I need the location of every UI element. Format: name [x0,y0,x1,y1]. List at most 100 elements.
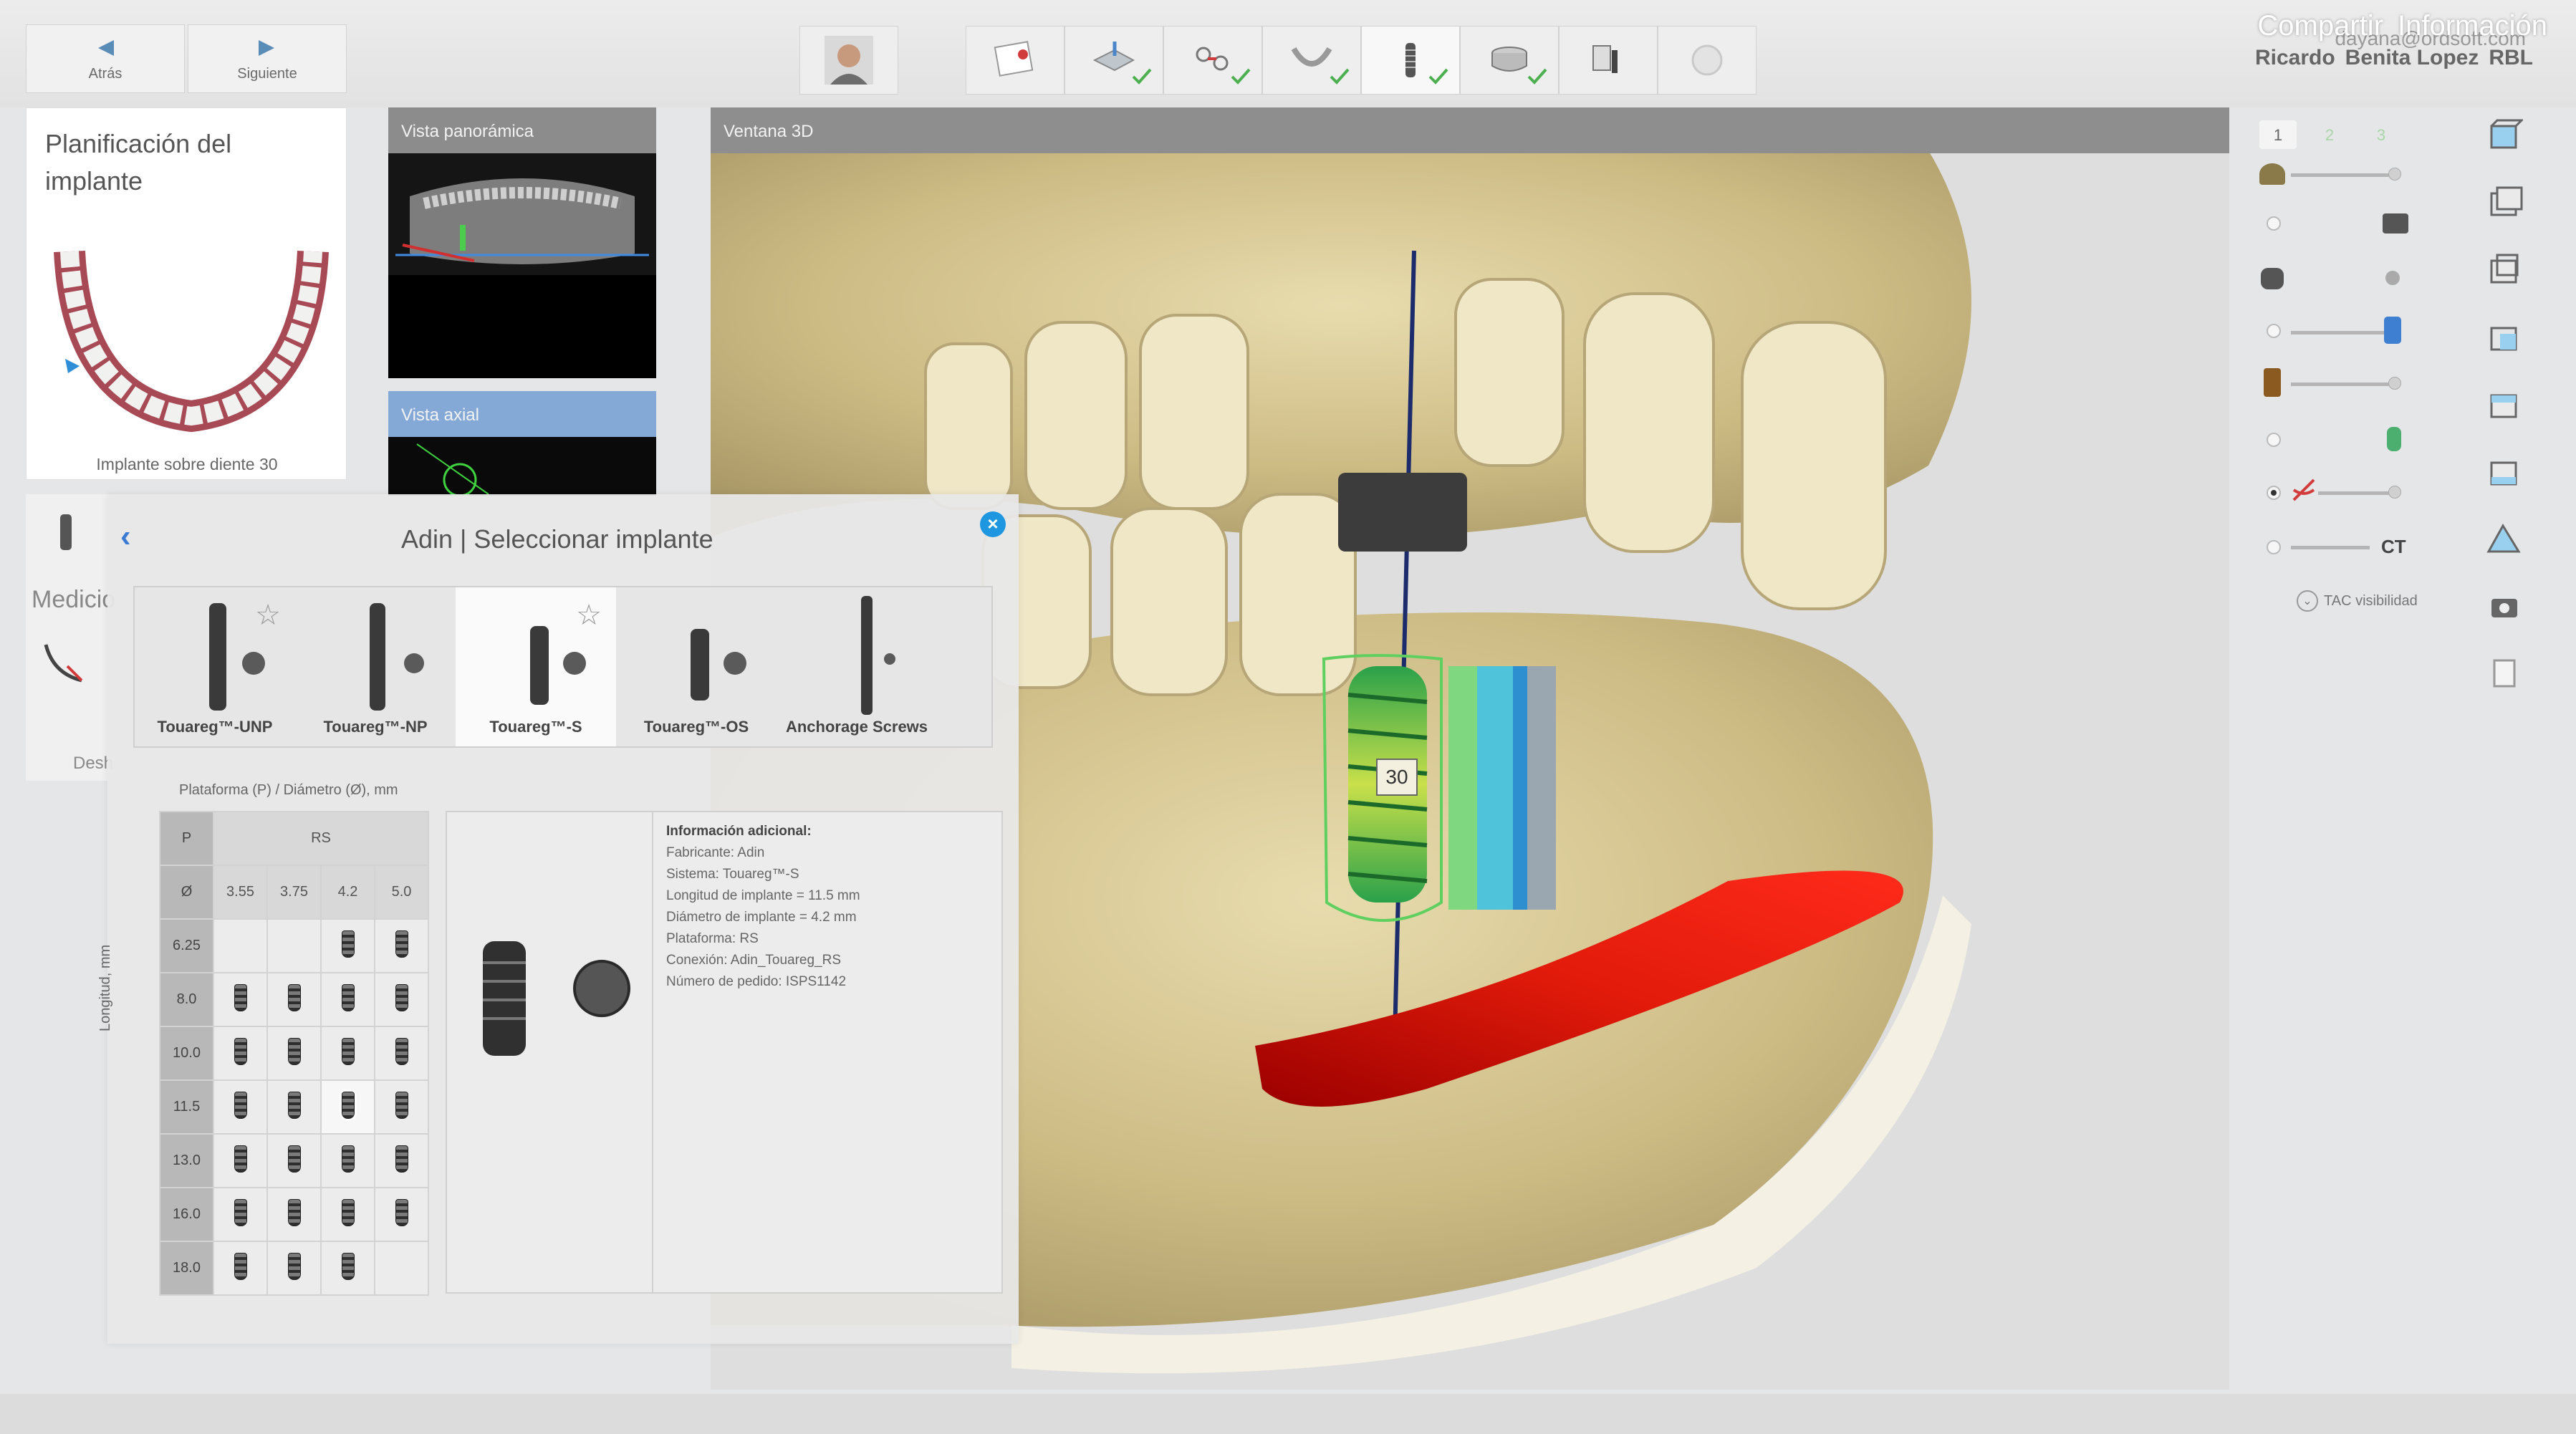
step-implant-planning[interactable] [1361,26,1460,95]
slider-knob[interactable] [2388,377,2401,390]
size-cell[interactable] [213,1079,268,1135]
layer-tab-1[interactable]: 1 [2259,120,2297,149]
info-line: Número de pedido: ISPS1142 [666,974,847,989]
implant-select-dialog: ‹ Adin | Seleccionar implante × ☆ Touare… [97,494,1019,1344]
ct-visibility-radio[interactable] [2267,540,2281,554]
canal-visibility-radio[interactable] [2267,433,2281,447]
dialog-title: Adin | Seleccionar implante [401,524,713,554]
size-cell[interactable] [213,1026,268,1081]
size-cell[interactable] [266,1079,322,1135]
mini-implant-icon [341,930,355,958]
view-right-icon[interactable] [2484,318,2523,357]
next-arrow-icon [259,39,274,56]
dialog-close-icon[interactable]: × [980,511,1006,537]
step-prescription[interactable] [966,26,1064,95]
size-cell[interactable] [213,1133,268,1188]
info-line: Diámetro de implante = 4.2 mm [666,910,857,925]
share-link[interactable]: Compartir [2257,10,2383,42]
mini-implant-icon [395,1198,408,1226]
length-row-header: 6.25 [159,918,214,973]
user-name: Ricardo Benita Lopez RBL [2255,46,2533,70]
report-icon[interactable] [2484,655,2523,693]
favorite-star-icon[interactable]: ☆ [255,599,281,632]
view-reset-icon[interactable] [2484,520,2523,559]
tac-visibility-toggle[interactable]: ⌄ TAC visibilidad [2297,590,2418,612]
implant-option-label: Touareg™-UNP [157,718,273,736]
view-back-icon[interactable] [2484,183,2523,222]
done-check-icon [1132,68,1152,85]
size-cell[interactable] [213,972,268,1027]
patient-photo-button[interactable] [799,26,898,95]
implant-opacity-slider[interactable] [2291,331,2391,335]
layer-tab-3[interactable]: 3 [2363,120,2400,149]
size-cell[interactable] [374,1187,429,1242]
step-sleeve[interactable] [1460,26,1559,95]
info-line: Longitud de implante = 11.5 mm [666,888,860,903]
mini-implant-icon [287,983,301,1011]
size-cell[interactable] [374,1026,429,1081]
size-cell[interactable] [320,1187,375,1242]
mini-implant-icon [287,1145,301,1173]
size-cell[interactable] [266,1026,322,1081]
implant-option-anchorage-screws[interactable]: Anchorage Screws [777,587,937,746]
step-jaw-model[interactable] [1262,26,1361,95]
size-cell[interactable] [374,918,429,973]
size-cell[interactable] [266,1133,322,1188]
favorite-star-icon[interactable]: ☆ [576,599,602,632]
jaw-arch-thumbnail[interactable] [48,223,335,438]
size-cell[interactable] [320,1133,375,1188]
mini-implant-icon [234,1091,247,1119]
prescription-icon [994,41,1034,77]
view-bottom-icon[interactable] [2484,453,2523,491]
size-cell[interactable] [266,1187,322,1242]
mandible-opacity-slider[interactable] [2291,173,2391,177]
size-cell[interactable] [213,1241,268,1296]
implant-option-touareg-s[interactable]: ☆ Touareg™-S [456,587,616,746]
nerve-visibility-radio[interactable] [2267,486,2281,500]
measure-tool-icon[interactable] [39,637,89,688]
ct-opacity-slider[interactable] [2291,546,2370,549]
view-top-icon[interactable] [2484,385,2523,424]
view-left-icon[interactable] [2484,251,2523,289]
panoramic-view[interactable]: Vista panorámica [388,107,656,378]
size-cell[interactable] [213,1187,268,1242]
implant-option-touareg-os[interactable]: Touareg™-OS [616,587,777,746]
bone-opacity-slider[interactable] [2291,382,2391,386]
sleeve-visibility-radio[interactable] [2267,216,2281,231]
size-cell[interactable] [320,1241,375,1296]
dialog-back-chevron-icon[interactable]: ‹ [120,519,131,554]
view-front-icon[interactable] [2484,116,2523,155]
axial-view[interactable]: Vista axial [388,391,656,497]
size-cell[interactable] [374,1133,429,1188]
platform-diameter-label: Plataforma (P) / Diámetro (Ø), mm [179,782,398,798]
size-cell[interactable] [320,918,375,973]
step-scan-import[interactable] [1064,26,1163,95]
info-link[interactable]: Información [2398,10,2547,42]
size-cell[interactable] [320,1026,375,1081]
back-button[interactable]: Atrás [26,24,185,93]
length-row-header: 10.0 [159,1026,214,1081]
size-cell[interactable] [320,972,375,1027]
size-cell[interactable] [374,972,429,1027]
step-segmentation[interactable] [1163,26,1262,95]
size-cell[interactable] [266,1241,322,1296]
slider-knob[interactable] [2388,168,2401,181]
nerve-opacity-slider[interactable] [2318,491,2390,495]
size-cell[interactable] [266,972,322,1027]
platform-header: P [159,811,214,866]
implant-option-touareg-np[interactable]: Touareg™-NP [295,587,456,746]
screenshot-icon[interactable] [2484,587,2523,626]
size-cell[interactable] [374,1079,429,1135]
slider-knob[interactable] [2388,486,2401,499]
implant-option-touareg-unp[interactable]: ☆ Touareg™-UNP [135,587,295,746]
patient-face-icon [825,36,873,85]
diameter-col-header: 5.0 [374,865,429,920]
next-button[interactable]: Siguiente [188,24,347,93]
size-cell-selected[interactable] [320,1079,375,1135]
layer-tab-2[interactable]: 2 [2311,120,2348,149]
step-export[interactable] [1658,26,1756,95]
tooth-visibility-radio[interactable] [2385,271,2400,285]
implant-visibility-radio[interactable] [2267,324,2281,338]
implant-tool-icon[interactable] [54,511,77,554]
step-guide-design[interactable] [1559,26,1658,95]
